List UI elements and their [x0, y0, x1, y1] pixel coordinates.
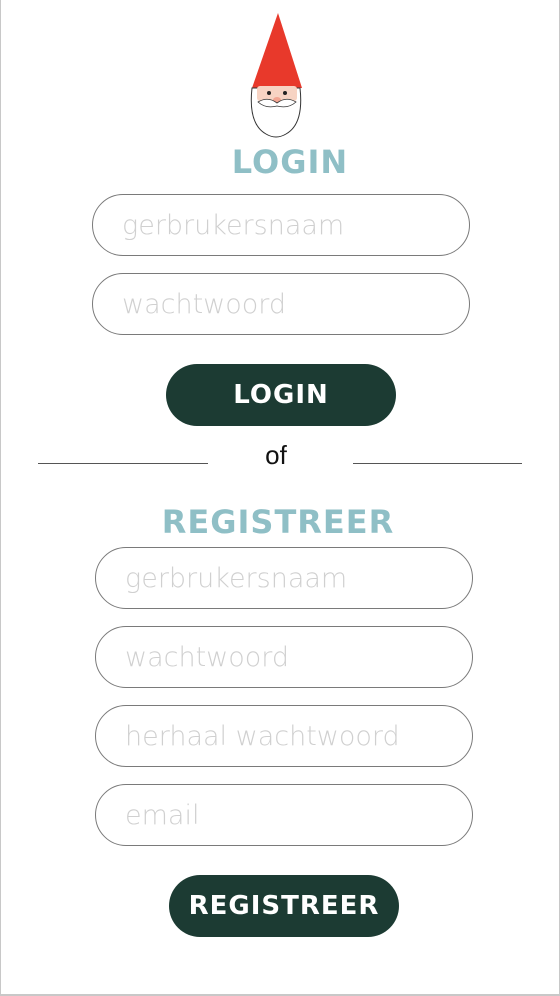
register-email-input[interactable] [95, 784, 473, 846]
divider-text: of [265, 440, 287, 470]
register-username-input[interactable] [95, 547, 473, 609]
login-button[interactable]: LOGIN [166, 364, 396, 426]
register-password-input[interactable] [95, 626, 473, 688]
divider-line-left [38, 463, 208, 464]
login-username-input[interactable] [92, 194, 470, 256]
gnome-icon [250, 13, 302, 138]
login-title: LOGIN [231, 143, 349, 181]
register-repeat-password-input[interactable] [95, 705, 473, 767]
divider-line-right [353, 463, 522, 464]
login-password-input[interactable] [92, 273, 470, 335]
register-button[interactable]: REGISTREER [169, 875, 399, 937]
register-title: REGISTREER [161, 503, 395, 541]
